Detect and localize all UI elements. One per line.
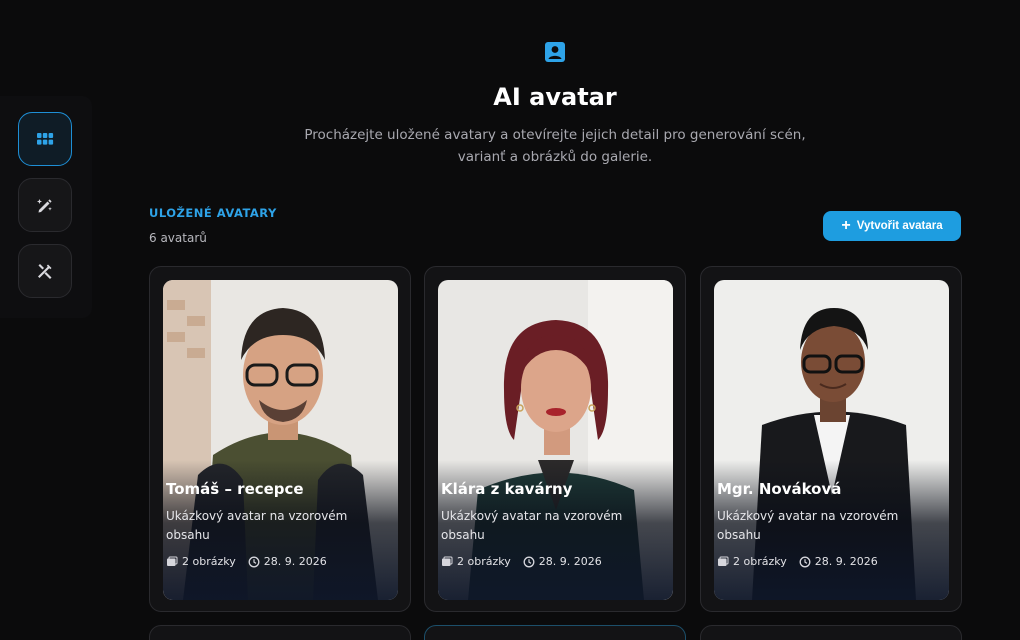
create-avatar-button[interactable]: + Vytvořit avatara xyxy=(823,211,961,241)
plus-icon: + xyxy=(841,217,851,234)
avatar-date: 28. 9. 2026 xyxy=(538,555,602,568)
sidebar-item-gallery[interactable] xyxy=(18,112,72,166)
tools-icon xyxy=(38,264,52,279)
page-title: AI avatar xyxy=(493,83,617,111)
edit-sparkle-icon xyxy=(37,199,52,213)
avatar-count: 6 avatarů xyxy=(149,231,207,245)
avatar-description: Ukázkový avatar na vzorovém obsahu xyxy=(166,509,348,542)
avatar-name: Mgr. Nováková xyxy=(717,480,842,498)
avatar-card[interactable]: Mgr. Nováková Ukázkový avatar na vzorové… xyxy=(700,266,962,612)
avatar-photo xyxy=(714,280,949,600)
avatar-meta: 2 obrázky 28. 9. 2026 xyxy=(166,555,327,568)
avatar-description: Ukázkový avatar na vzorovém obsahu xyxy=(441,509,623,542)
avatar-name: Klára z kavárny xyxy=(441,480,573,498)
section-label: ULOŽENÉ AVATARY xyxy=(149,206,277,220)
avatar-meta: 2 obrázky 28. 9. 2026 xyxy=(441,555,602,568)
create-avatar-label: Vytvořit avatara xyxy=(856,220,943,232)
images-icon xyxy=(442,556,453,566)
avatar-photo xyxy=(438,280,673,600)
clock-icon xyxy=(248,556,260,567)
avatar-card[interactable]: Klára z kavárny Ukázkový avatar na vzoro… xyxy=(424,266,686,612)
page-subtitle: Procházejte uložené avatary a otevírejte… xyxy=(304,127,806,165)
grid-icon xyxy=(37,133,54,145)
avatar-name: Tomáš – recepce xyxy=(166,480,304,498)
user-square-icon xyxy=(545,42,565,62)
sidebar-item-tools[interactable] xyxy=(18,244,72,298)
images-icon xyxy=(167,556,178,566)
header-icon xyxy=(544,41,566,63)
avatar-card[interactable]: Tomáš – recepce Ukázkový avatar na vzoro… xyxy=(149,266,411,612)
avatar-photo xyxy=(163,280,398,600)
clock-icon xyxy=(523,556,535,567)
avatar-image-count: 2 obrázky xyxy=(733,555,787,568)
sidebar xyxy=(0,96,92,318)
avatar-card-next[interactable] xyxy=(149,625,411,640)
avatar-date: 28. 9. 2026 xyxy=(263,555,327,568)
avatar-description: Ukázkový avatar na vzorovém obsahu xyxy=(717,509,899,542)
avatar-meta: 2 obrázky 28. 9. 2026 xyxy=(717,555,878,568)
avatar-image-count: 2 obrázky xyxy=(457,555,511,568)
avatar-date: 28. 9. 2026 xyxy=(814,555,878,568)
sidebar-item-edit[interactable] xyxy=(18,178,72,232)
avatar-image-count: 2 obrázky xyxy=(182,555,236,568)
clock-icon xyxy=(799,556,811,567)
images-icon xyxy=(718,556,729,566)
avatar-card-next[interactable] xyxy=(700,625,962,640)
avatar-card-next[interactable] xyxy=(424,625,686,640)
